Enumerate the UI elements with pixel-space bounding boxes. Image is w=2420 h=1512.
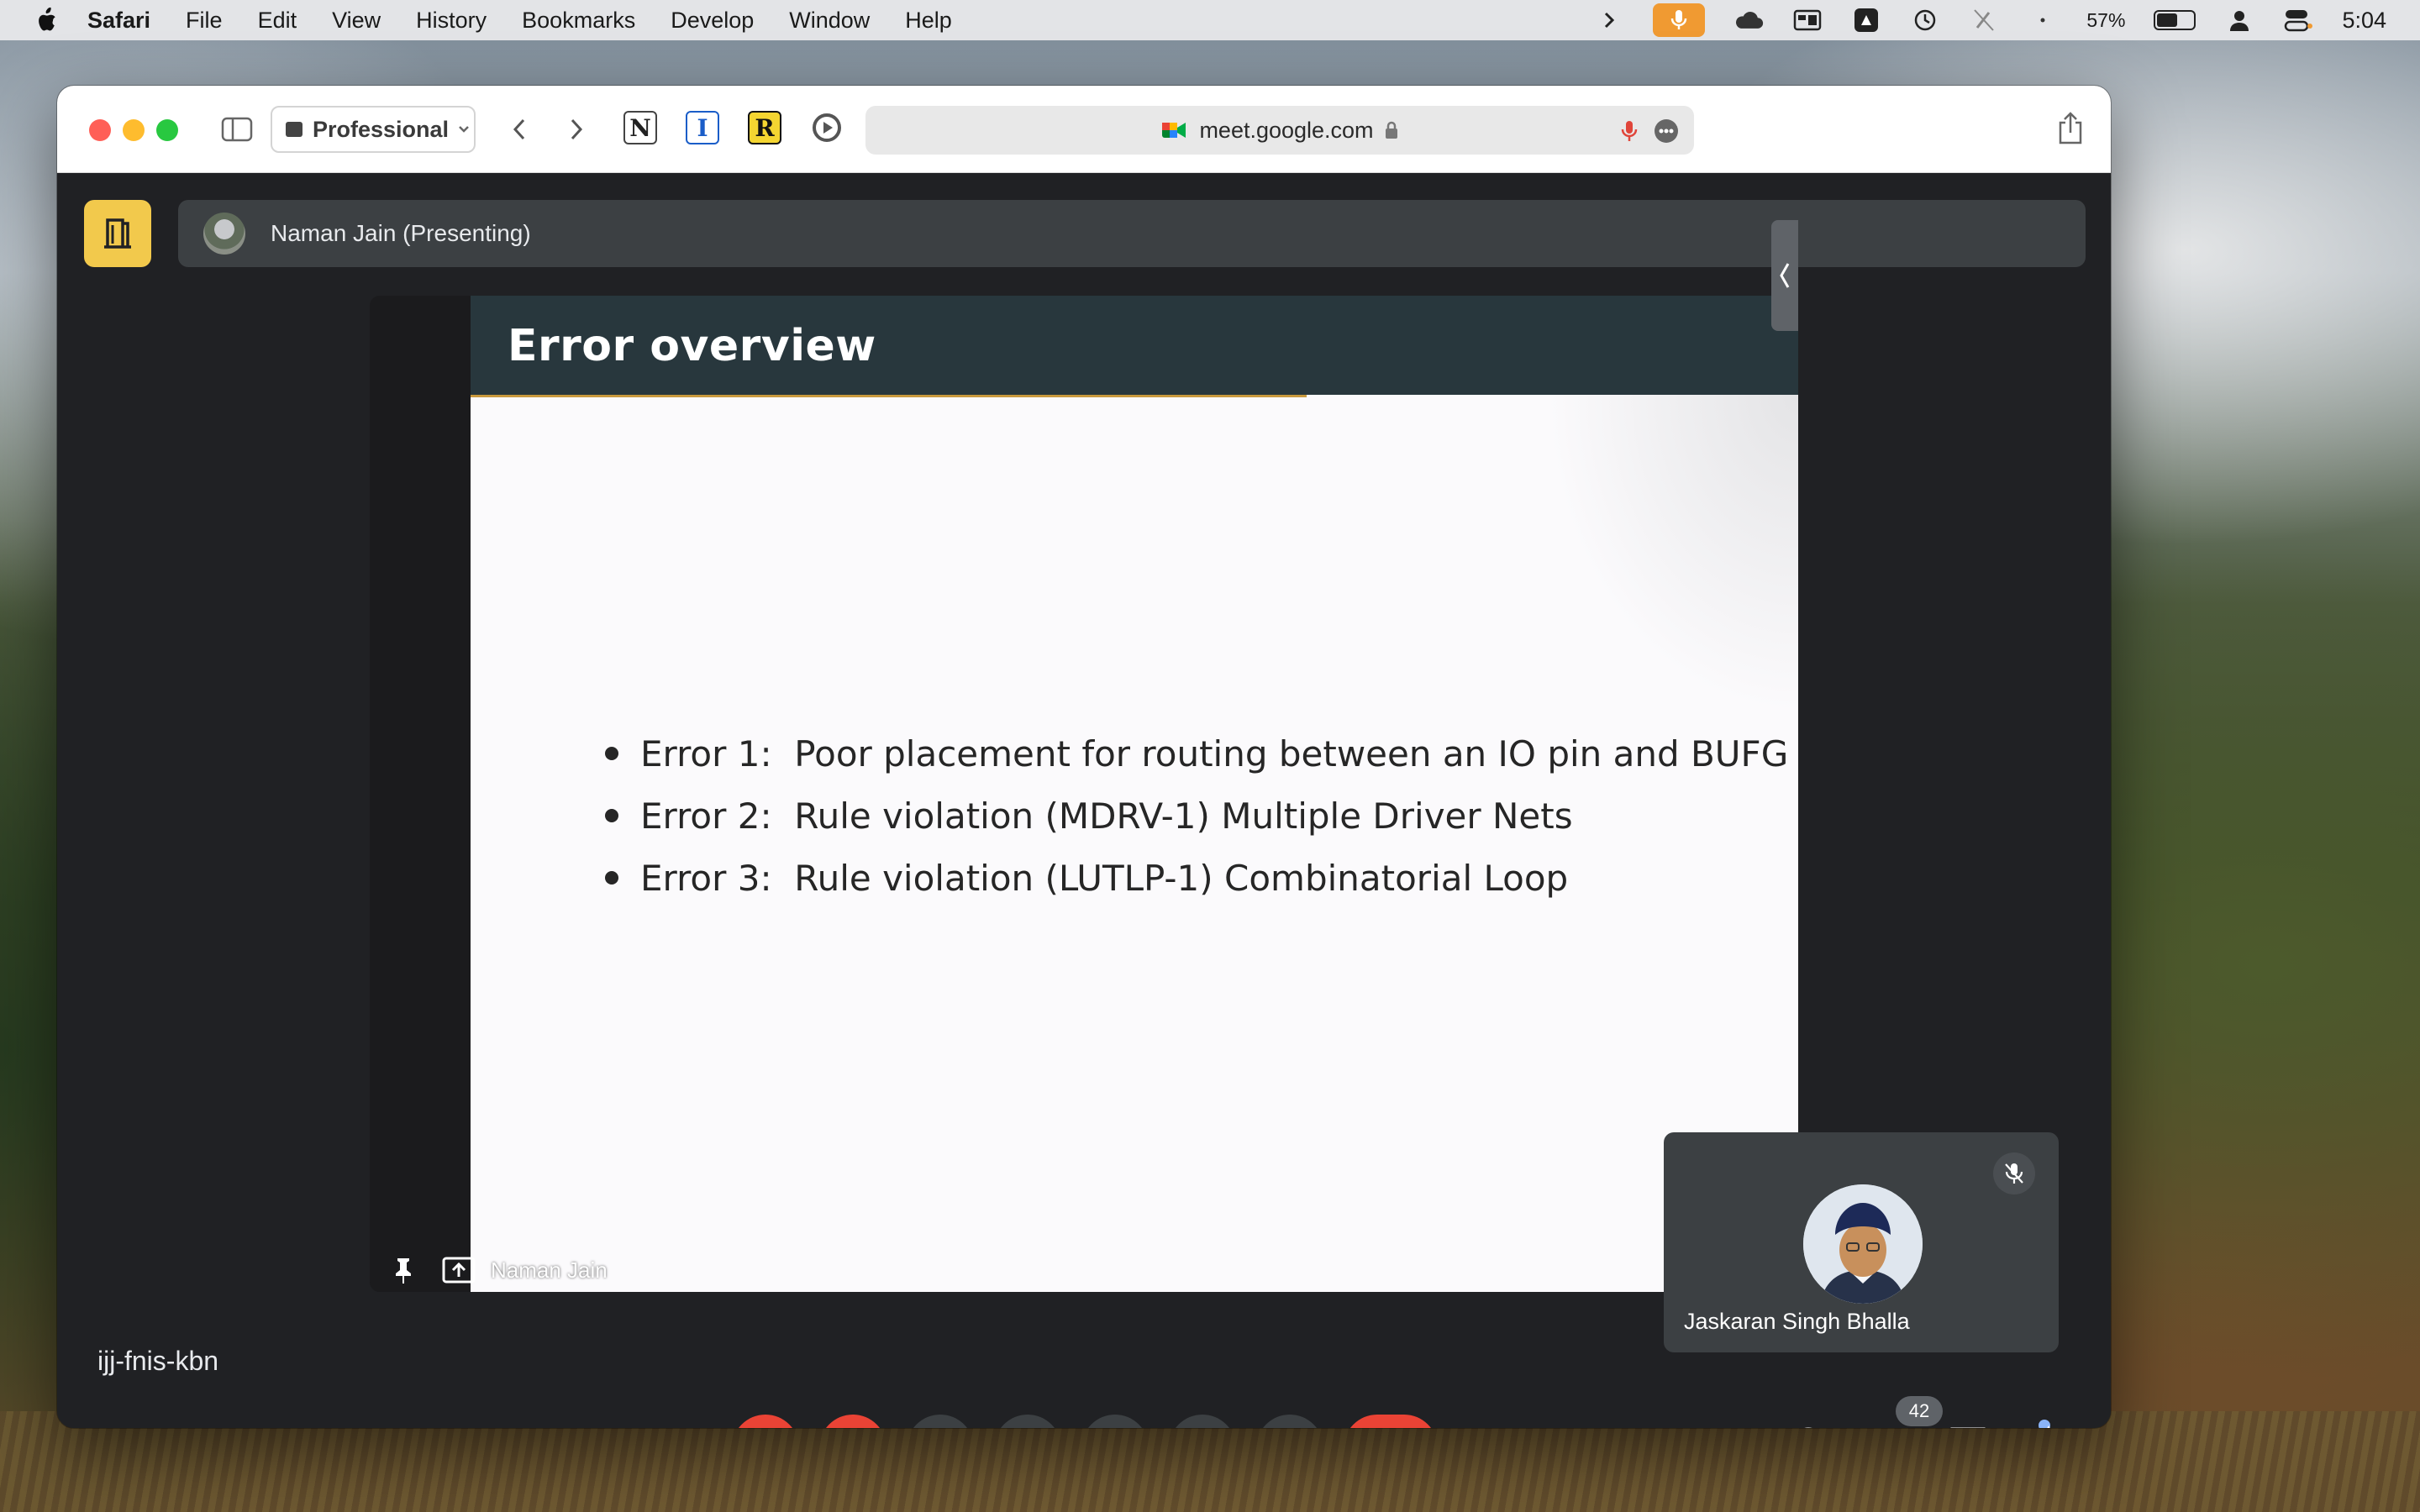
slide-bullet: Error 2: Rule violation (MDRV-1) Multipl…: [605, 785, 1788, 847]
presenter-name: Naman Jain (Presenting): [271, 220, 531, 246]
address-bar[interactable]: meet.google.com: [865, 106, 1694, 155]
shapes-icon: [2047, 1425, 2050, 1428]
meeting-details-button[interactable]: [1783, 1420, 1833, 1428]
readwise-icon[interactable]: R: [748, 111, 781, 144]
slide-header: Error overview: [471, 296, 1798, 395]
meeting-room-button[interactable]: [84, 200, 151, 267]
profile-label: Professional: [313, 116, 450, 142]
clock[interactable]: 5:04: [2342, 8, 2386, 34]
reactions-button[interactable]: [994, 1415, 1061, 1428]
briefcase-icon: [286, 122, 302, 137]
menu-window[interactable]: Window: [789, 8, 870, 34]
window-manager-icon[interactable]: [1792, 8, 1823, 33]
instapaper-icon[interactable]: I: [686, 111, 719, 144]
menu-history[interactable]: History: [416, 8, 487, 34]
slide-title: Error overview: [508, 321, 876, 371]
lock-icon: [1385, 121, 1397, 139]
apple-menu-icon[interactable]: [34, 7, 59, 34]
presentation-stage[interactable]: Error overview Error 1: Poor placement f…: [370, 296, 1798, 1292]
presenter-avatar: [203, 213, 245, 255]
menu-view[interactable]: View: [332, 8, 381, 34]
drive-icon[interactable]: [1851, 8, 1881, 33]
camera-toggle-button[interactable]: [819, 1415, 886, 1428]
menu-edit[interactable]: Edit: [258, 8, 297, 34]
screen-recorder-icon[interactable]: [810, 111, 844, 144]
participant-muted-icon: [1993, 1152, 2035, 1194]
menu-bar: Safari File Edit View History Bookmarks …: [0, 0, 2420, 40]
dot-icon[interactable]: [2028, 8, 2058, 33]
participant-name: Jaskaran Singh Bhalla: [1684, 1309, 1910, 1334]
notion-icon[interactable]: N: [623, 111, 657, 144]
google-meet-icon: [1162, 123, 1186, 138]
battery-icon[interactable]: [2154, 10, 2196, 30]
raise-hand-button[interactable]: [1169, 1415, 1236, 1428]
slide-bullet-list: Error 1: Poor placement for routing betw…: [605, 722, 1788, 909]
pen-off-icon[interactable]: [1969, 8, 1999, 33]
activities-button[interactable]: [2023, 1420, 2074, 1428]
forward-button[interactable]: [561, 114, 592, 144]
collapse-panel-button[interactable]: [1771, 220, 1798, 331]
close-window-button[interactable]: [89, 119, 111, 141]
chevron-left-icon: [1780, 263, 1790, 288]
battery-level: [2157, 13, 2178, 27]
battery-percent: 57%: [2086, 8, 2126, 31]
pin-icon[interactable]: [370, 1248, 437, 1292]
browser-toolbar: Professional N I R meet.google.com: [57, 86, 2111, 173]
chat-icon: [1950, 1427, 1986, 1428]
slide-header-rule: [471, 395, 1307, 397]
menu-bookmarks[interactable]: Bookmarks: [522, 8, 635, 34]
microphone-in-use-icon[interactable]: [1653, 3, 1706, 37]
menu-safari[interactable]: Safari: [87, 8, 150, 34]
back-button[interactable]: [504, 114, 534, 144]
participants-count-badge: 42: [1896, 1396, 1943, 1426]
safari-window: Professional N I R meet.google.com Naman…: [57, 86, 2111, 1428]
minimize-window-button[interactable]: [123, 119, 145, 141]
door-icon: [104, 218, 131, 249]
time-machine-icon[interactable]: [1910, 8, 1940, 33]
present-screen-icon[interactable]: [437, 1248, 481, 1292]
present-now-button[interactable]: [1081, 1415, 1149, 1428]
control-center-icon[interactable]: [2283, 8, 2313, 33]
more-options-button[interactable]: [1256, 1415, 1323, 1428]
user-icon[interactable]: [2224, 8, 2254, 33]
meet-content: Naman Jain (Presenting) Error overview E…: [57, 173, 2111, 1428]
menu-help[interactable]: Help: [905, 8, 952, 34]
chevron-down-icon: [459, 126, 469, 133]
meeting-code: ijj-fnis-kbn: [97, 1346, 219, 1376]
sidebar-toggle-icon[interactable]: [220, 114, 254, 144]
microphone-toggle-button[interactable]: [732, 1415, 799, 1428]
slide: Error overview Error 1: Poor placement f…: [471, 296, 1798, 1292]
participant-tile[interactable]: Jaskaran Singh Bhalla: [1664, 1132, 2059, 1352]
presenter-bar[interactable]: Naman Jain (Presenting): [178, 200, 2086, 267]
participant-avatar: [1803, 1184, 1923, 1304]
slide-bullet: Error 3: Rule violation (LUTLP-1) Combin…: [605, 847, 1788, 909]
cloud-icon[interactable]: [1733, 8, 1764, 33]
menu-file[interactable]: File: [186, 8, 223, 34]
slide-corner-shade: [1546, 395, 1798, 714]
stage-presenter-label: Naman Jain: [491, 1257, 608, 1283]
stage-tools: Naman Jain: [370, 1248, 608, 1292]
slide-bullet: Error 1: Poor placement for routing betw…: [605, 722, 1788, 785]
captions-button[interactable]: [907, 1415, 974, 1428]
url-text: meet.google.com: [1199, 117, 1374, 143]
chat-button[interactable]: [1943, 1420, 1993, 1428]
more-options-icon[interactable]: [1654, 118, 1679, 144]
info-icon: [1804, 1427, 1812, 1428]
share-icon[interactable]: [2054, 109, 2087, 146]
microphone-active-icon[interactable]: [1620, 118, 1639, 144]
menu-develop[interactable]: Develop: [671, 8, 754, 34]
zoom-window-button[interactable]: [156, 119, 178, 141]
leave-call-button[interactable]: [1344, 1415, 1438, 1428]
profile-selector[interactable]: Professional: [271, 106, 476, 153]
chevron-right-icon[interactable]: [1594, 8, 1624, 33]
